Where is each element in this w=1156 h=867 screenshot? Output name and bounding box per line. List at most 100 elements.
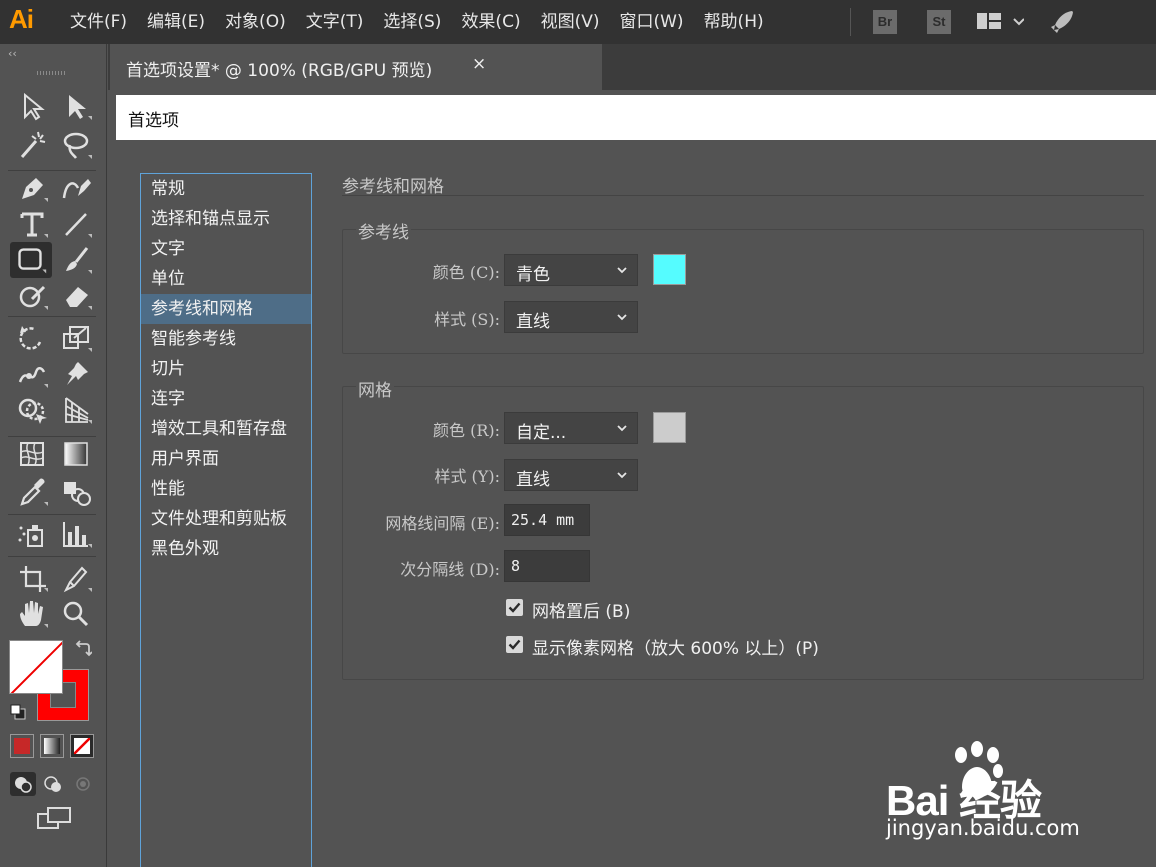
rotate-tool-icon[interactable] xyxy=(12,320,52,356)
workspace-switcher[interactable] xyxy=(976,12,1025,32)
panel-grip[interactable] xyxy=(37,71,67,75)
slice-tool-icon[interactable] xyxy=(56,560,96,596)
magic-wand-tool-icon[interactable] xyxy=(12,127,52,163)
gradient-tool-icon[interactable] xyxy=(56,436,96,472)
grid-style-label: 样式 (Y): xyxy=(434,467,500,486)
subdivisions-value: 8 xyxy=(511,557,521,575)
category-units[interactable]: 单位 xyxy=(141,264,311,294)
grids-in-back-option[interactable]: 网格置后 (B) xyxy=(506,597,786,622)
panel-collapse-icon[interactable]: ‹‹ xyxy=(8,47,17,60)
guides-style-value: 直线 xyxy=(516,312,550,332)
guides-style-dropdown[interactable]: 直线 xyxy=(504,301,638,333)
gradient-mode-button[interactable] xyxy=(40,734,64,758)
guides-color-dropdown[interactable]: 青色 xyxy=(504,254,638,286)
curvature-tool-icon[interactable] xyxy=(56,170,96,206)
menu-view[interactable]: 视图(V) xyxy=(541,0,600,44)
type-tool-icon[interactable] xyxy=(12,206,52,242)
menu-type[interactable]: 文字(T) xyxy=(306,0,364,44)
category-user-interface[interactable]: 用户界面 xyxy=(141,444,311,474)
lasso-tool-icon[interactable] xyxy=(56,127,96,163)
paintbrush-tool-icon[interactable] xyxy=(56,242,96,278)
shape-builder-tool-icon[interactable] xyxy=(12,392,52,428)
category-general[interactable]: 常规 xyxy=(141,174,311,204)
chevron-down-icon xyxy=(617,267,627,274)
category-appearance-of-black[interactable]: 黑色外观 xyxy=(141,534,311,564)
warp-tool-icon[interactable] xyxy=(12,356,52,392)
guides-color-swatch[interactable] xyxy=(653,254,686,285)
category-slices[interactable]: 切片 xyxy=(141,354,311,384)
color-mode-button[interactable] xyxy=(10,734,34,758)
symbol-sprayer-tool-icon[interactable] xyxy=(12,516,52,552)
menu-object[interactable]: 对象(O) xyxy=(225,0,286,44)
fill-swatch[interactable] xyxy=(9,640,63,694)
section-divider xyxy=(342,195,1144,196)
eraser-tool-icon[interactable] xyxy=(56,278,96,314)
scale-tool-icon[interactable] xyxy=(56,320,96,356)
artboard-tool-icon[interactable] xyxy=(12,560,52,596)
grid-style-dropdown[interactable]: 直线 xyxy=(504,459,638,491)
menu-effect[interactable]: 效果(C) xyxy=(461,0,520,44)
category-guides-grid[interactable]: 参考线和网格 xyxy=(141,294,311,324)
screen-mode-button[interactable] xyxy=(36,806,72,834)
column-graph-tool-icon[interactable] xyxy=(56,516,96,552)
pixel-grid-checkbox[interactable] xyxy=(506,636,523,653)
rocket-icon[interactable] xyxy=(1048,8,1076,36)
chevron-down-icon xyxy=(617,472,627,479)
close-icon[interactable]: × xyxy=(472,54,486,74)
menu-help[interactable]: 帮助(H) xyxy=(704,0,764,44)
shaper-tool-icon[interactable] xyxy=(12,278,52,314)
swap-fill-stroke-icon[interactable] xyxy=(74,640,93,658)
hand-tool-icon[interactable] xyxy=(12,596,52,632)
stock-badge-icon[interactable]: St xyxy=(927,10,951,34)
rectangle-tool-icon[interactable] xyxy=(10,242,52,278)
none-mode-button[interactable] xyxy=(70,734,94,758)
grid-color-value: 自定... xyxy=(516,423,567,443)
default-fill-stroke-icon[interactable] xyxy=(10,704,26,720)
document-tab[interactable]: 首选项设置* @ 100% (RGB/GPU 预览) × xyxy=(110,44,602,90)
menu-edit[interactable]: 编辑(E) xyxy=(147,0,205,44)
menu-select[interactable]: 选择(S) xyxy=(383,0,441,44)
perspective-grid-tool-icon[interactable] xyxy=(56,392,96,428)
none-slash-icon xyxy=(10,641,62,693)
tools-panel: ‹‹ xyxy=(0,44,107,867)
category-type[interactable]: 文字 xyxy=(141,234,311,264)
pixel-grid-option[interactable]: 显示像素网格（放大 600% 以上）(P) xyxy=(506,634,926,659)
draw-inside-button[interactable] xyxy=(70,772,96,796)
category-smart-guides[interactable]: 智能参考线 xyxy=(141,324,311,354)
category-file-handling-clipboard[interactable]: 文件处理和剪贴板 xyxy=(141,504,311,534)
subdivisions-input[interactable]: 8 xyxy=(504,550,590,582)
screen-mode-icon xyxy=(37,807,71,829)
category-plugins-scratch-disks[interactable]: 增效工具和暂存盘 xyxy=(141,414,311,444)
eyedropper-tool-icon[interactable] xyxy=(12,474,52,510)
grids-in-back-checkbox[interactable] xyxy=(506,599,523,616)
grid-spacing-label: 网格线间隔 (E): xyxy=(385,514,500,533)
guides-color-label: 颜色 (C): xyxy=(432,263,500,282)
grids-in-back-label: 网格置后 (B) xyxy=(532,602,631,622)
pen-tool-icon[interactable] xyxy=(12,170,52,206)
line-tool-icon[interactable] xyxy=(56,206,96,242)
zoom-tool-icon[interactable] xyxy=(56,596,96,632)
bridge-badge-icon[interactable]: Br xyxy=(873,10,897,34)
baidu-url: jingyan.baidu.com xyxy=(886,816,1080,840)
dialog-titlebar[interactable]: 首选项 xyxy=(116,95,1156,140)
draw-normal-button[interactable] xyxy=(10,772,36,796)
workspace-layout-icon xyxy=(977,13,1025,29)
grid-style-value: 直线 xyxy=(516,470,550,490)
none-icon xyxy=(73,737,91,755)
grid-spacing-input[interactable]: 25.4 mm xyxy=(504,504,590,536)
grid-color-dropdown[interactable]: 自定... xyxy=(504,412,638,444)
pin-tool-icon[interactable] xyxy=(56,356,96,392)
grid-color-swatch[interactable] xyxy=(653,412,686,443)
menu-window[interactable]: 窗口(W) xyxy=(619,0,683,44)
menu-file[interactable]: 文件(F) xyxy=(70,0,127,44)
category-hyphenation[interactable]: 连字 xyxy=(141,384,311,414)
category-performance[interactable]: 性能 xyxy=(141,474,311,504)
category-list: 常规 选择和锚点显示 文字 单位 参考线和网格 智能参考线 切片 连字 增效工具… xyxy=(140,173,312,867)
draw-behind-button[interactable] xyxy=(40,772,66,796)
blend-tool-icon[interactable] xyxy=(56,474,96,510)
mesh-tool-icon[interactable] xyxy=(12,436,52,472)
direct-selection-tool-icon[interactable] xyxy=(56,88,96,124)
selection-tool-icon[interactable] xyxy=(12,88,52,124)
menu-list: 文件(F) 编辑(E) 对象(O) 文字(T) 选择(S) 效果(C) 视图(V… xyxy=(70,0,784,44)
category-selection-anchor-display[interactable]: 选择和锚点显示 xyxy=(141,204,311,234)
